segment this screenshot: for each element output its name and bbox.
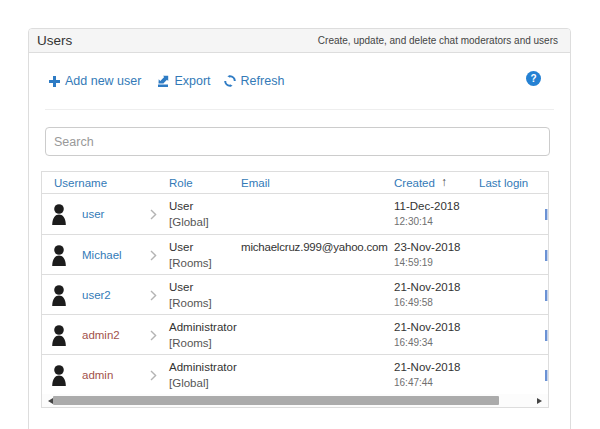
- chevron-right-icon: [150, 330, 157, 341]
- column-header-last-login[interactable]: Last login: [478, 177, 548, 189]
- refresh-icon: [224, 75, 236, 87]
- table-body: user User[Global] 11-Dec-201812:30:14 Mi…: [42, 194, 548, 394]
- table-row[interactable]: Michael User[Rooms] michaelcruz.999@yaho…: [42, 234, 548, 274]
- username-link[interactable]: admin: [82, 369, 113, 381]
- user-avatar-icon: [52, 285, 66, 306]
- panel-subtitle: Create, update, and delete chat moderato…: [318, 35, 558, 46]
- export-icon: [157, 75, 169, 87]
- column-header-username[interactable]: Username: [42, 177, 168, 189]
- email-cell: [240, 275, 392, 314]
- last-login-cell: [478, 315, 548, 354]
- chevron-right-icon: [150, 370, 157, 381]
- created-cell: 11-Dec-201812:30:14: [392, 194, 478, 234]
- username-link[interactable]: user: [82, 208, 104, 220]
- truncated-action-icon[interactable]: [545, 250, 548, 261]
- email-cell: [240, 315, 392, 354]
- users-panel: Users Create, update, and delete chat mo…: [28, 28, 571, 429]
- add-new-user-label: Add new user: [65, 74, 141, 88]
- user-avatar-icon: [52, 325, 66, 346]
- column-header-role[interactable]: Role: [168, 177, 240, 189]
- username-link[interactable]: Michael: [82, 249, 122, 261]
- horizontal-scrollbar[interactable]: [42, 394, 548, 407]
- table-row[interactable]: admin2 Administrator[Rooms] 21-Nov-20181…: [42, 314, 548, 354]
- chevron-right-icon: [150, 290, 157, 301]
- last-login-cell: [478, 355, 548, 394]
- export-button[interactable]: Export: [157, 74, 210, 88]
- help-icon[interactable]: ?: [526, 71, 541, 86]
- role-cell: User[Rooms]: [168, 275, 240, 314]
- last-login-cell: [478, 275, 548, 314]
- panel-heading: Users Create, update, and delete chat mo…: [29, 29, 570, 53]
- users-table: Username Role Email Created↑ Last login …: [41, 171, 549, 408]
- role-cell: Administrator[Global]: [168, 355, 240, 394]
- add-new-user-button[interactable]: Add new user: [49, 74, 141, 88]
- role-cell: Administrator[Rooms]: [168, 315, 240, 354]
- user-avatar-icon: [52, 245, 66, 266]
- last-login-cell: [478, 194, 548, 234]
- role-cell: User[Rooms]: [168, 235, 240, 274]
- user-avatar-icon: [52, 365, 66, 386]
- sort-asc-icon: ↑: [441, 175, 447, 189]
- export-label: Export: [174, 74, 210, 88]
- username-link[interactable]: admin2: [82, 329, 120, 341]
- table-row[interactable]: user2 User[Rooms] 21-Nov-201816:49:58: [42, 274, 548, 314]
- created-cell: 21-Nov-201816:49:58: [392, 275, 478, 314]
- column-header-created[interactable]: Created ↑: [392, 176, 478, 190]
- table-row[interactable]: user User[Global] 11-Dec-201812:30:14: [42, 194, 548, 234]
- toolbar: Add new user Export Refresh: [49, 72, 284, 90]
- refresh-button[interactable]: Refresh: [224, 74, 285, 88]
- toolbar-divider: [45, 109, 554, 110]
- table-header: Username Role Email Created ↑ Last login: [42, 172, 548, 194]
- chevron-right-icon: [150, 250, 157, 261]
- column-header-email[interactable]: Email: [240, 177, 392, 189]
- email-cell: michaelcruz.999@yahoo.com: [240, 235, 392, 274]
- truncated-action-icon[interactable]: [545, 290, 548, 301]
- email-cell: [240, 194, 392, 234]
- truncated-action-icon[interactable]: [545, 370, 548, 381]
- created-cell: 21-Nov-201816:49:34: [392, 315, 478, 354]
- user-avatar-icon: [52, 204, 66, 225]
- plus-icon: [49, 76, 60, 87]
- table-row[interactable]: admin Administrator[Global] 21-Nov-20181…: [42, 354, 548, 394]
- created-cell: 21-Nov-201816:47:44: [392, 355, 478, 394]
- chevron-right-icon: [150, 209, 157, 220]
- role-cell: User[Global]: [168, 194, 240, 234]
- created-cell: 23-Nov-201814:59:19: [392, 235, 478, 274]
- scroll-right-icon[interactable]: [537, 398, 542, 404]
- scrollbar-thumb[interactable]: [53, 396, 499, 405]
- page-title: Users: [37, 33, 72, 48]
- created-label: Created: [394, 177, 435, 189]
- truncated-action-icon[interactable]: [545, 209, 548, 220]
- email-cell: [240, 355, 392, 394]
- search-input[interactable]: [45, 127, 550, 156]
- refresh-label: Refresh: [241, 74, 285, 88]
- username-link[interactable]: user2: [82, 289, 111, 301]
- last-login-cell: [478, 235, 548, 274]
- truncated-action-icon[interactable]: [545, 330, 548, 341]
